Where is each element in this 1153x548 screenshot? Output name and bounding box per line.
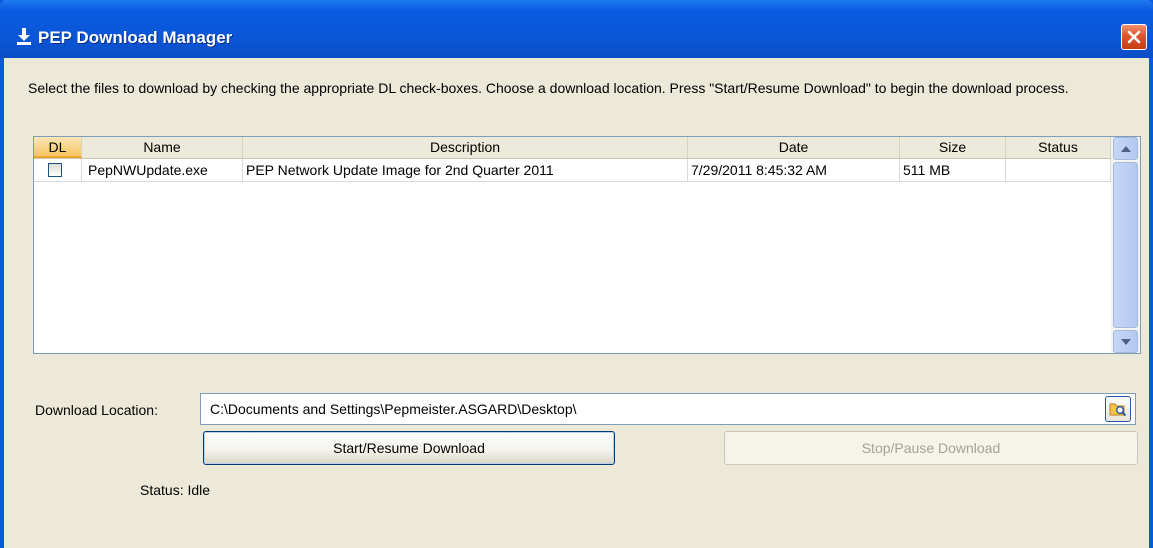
download-location-input[interactable]: C:\Documents and Settings\Pepmeister.ASG… xyxy=(200,393,1136,425)
dl-checkbox[interactable] xyxy=(48,163,62,177)
column-header-status[interactable]: Status xyxy=(1006,137,1111,158)
download-icon xyxy=(17,28,31,45)
status-text: Status: Idle xyxy=(140,482,211,498)
column-header-size[interactable]: Size xyxy=(900,137,1006,158)
file-grid: DL Name Description Date Size Status Pep… xyxy=(33,136,1141,354)
start-resume-download-button[interactable]: Start/Resume Download xyxy=(203,431,615,465)
download-manager-window: PEP Download Manager Select the files to… xyxy=(0,0,1153,548)
table-row[interactable]: PepNWUpdate.exe PEP Network Update Image… xyxy=(34,159,1111,182)
scroll-up-button[interactable] xyxy=(1113,137,1138,160)
cell-size: 511 MB xyxy=(900,159,1006,182)
cell-status xyxy=(1006,159,1111,182)
column-header-description[interactable]: Description xyxy=(243,137,688,158)
cell-date: 7/29/2011 8:45:32 AM xyxy=(688,159,900,182)
instructions-text: Select the files to download by checking… xyxy=(28,80,1069,96)
column-header-date[interactable]: Date xyxy=(688,137,900,158)
cell-description: PEP Network Update Image for 2nd Quarter… xyxy=(243,159,688,182)
column-header-dl[interactable]: DL xyxy=(34,137,82,158)
close-button[interactable] xyxy=(1121,24,1147,50)
grid-header: DL Name Description Date Size Status xyxy=(34,137,1111,159)
browse-folder-button[interactable] xyxy=(1105,396,1131,422)
vertical-scrollbar[interactable] xyxy=(1111,137,1140,353)
close-icon xyxy=(1127,30,1141,44)
column-header-name[interactable]: Name xyxy=(82,137,243,158)
scroll-down-button[interactable] xyxy=(1113,330,1138,353)
window-title: PEP Download Manager xyxy=(38,28,233,47)
download-location-label: Download Location: xyxy=(35,402,158,418)
arrow-up-icon xyxy=(1120,145,1131,152)
cell-dl xyxy=(34,159,82,182)
cell-name: PepNWUpdate.exe xyxy=(82,159,243,182)
scroll-thumb[interactable] xyxy=(1113,162,1138,328)
title-bar[interactable]: PEP Download Manager xyxy=(0,0,1153,58)
folder-search-icon xyxy=(1109,403,1127,417)
arrow-down-icon xyxy=(1120,338,1131,345)
stop-pause-download-button[interactable]: Stop/Pause Download xyxy=(724,431,1138,465)
